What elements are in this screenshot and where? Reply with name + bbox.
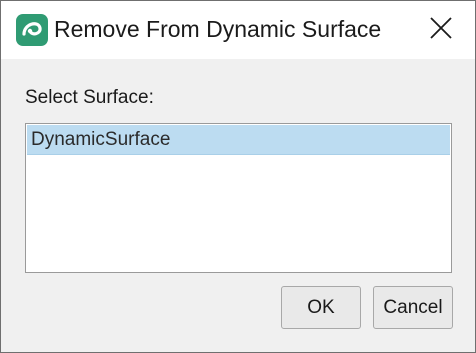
close-button[interactable] [413, 5, 469, 55]
close-icon [430, 16, 452, 44]
list-item-dynamic-surface[interactable]: DynamicSurface [27, 125, 450, 155]
select-surface-label: Select Surface: [25, 87, 154, 108]
ok-button[interactable]: OK [281, 286, 361, 329]
surface-listbox[interactable]: DynamicSurface [25, 123, 452, 273]
cancel-button[interactable]: Cancel [373, 286, 453, 329]
title-bar: Remove From Dynamic Surface [1, 1, 475, 59]
remove-from-dynamic-surface-dialog: Remove From Dynamic Surface Select Surfa… [0, 0, 476, 353]
dialog-title: Remove From Dynamic Surface [54, 16, 382, 42]
app-logo-icon [16, 14, 48, 46]
